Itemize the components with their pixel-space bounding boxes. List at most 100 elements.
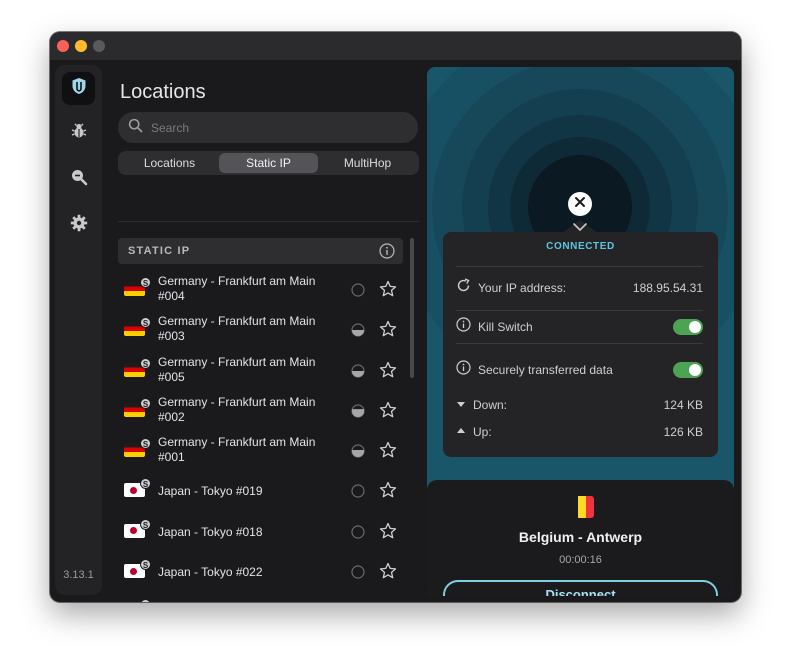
server-load-icon xyxy=(351,525,365,544)
location-label: Japan - Tokyo #019 xyxy=(158,484,263,499)
location-list: S Germany - Frankfurt am Main #004 S German… xyxy=(118,270,403,602)
sidebar-item-threat-protection[interactable] xyxy=(62,117,95,150)
window-zoom-button[interactable] xyxy=(93,40,105,52)
sidebar: 3.13.1 xyxy=(55,65,102,595)
disconnect-button[interactable]: Disconnect xyxy=(443,580,718,596)
shield-icon xyxy=(71,77,87,100)
search-icon xyxy=(128,118,143,138)
connection-pane: CONNECTED Your IP address: 188.95.54.31 xyxy=(427,67,734,596)
upload-value: 126 KB xyxy=(663,425,703,439)
kill-switch-toggle[interactable] xyxy=(673,319,703,335)
divider xyxy=(456,266,703,267)
location-row[interactable]: S Germany - Frankfurt am Main #002 xyxy=(118,391,403,431)
connection-details-card: CONNECTED Your IP address: 188.95.54.31 xyxy=(443,220,718,457)
location-type-tabs: Locations Static IP MultiHop xyxy=(118,151,419,175)
app-window: 3.13.1 Locations Locations Static IP Mul… xyxy=(50,32,741,602)
page-title: Locations xyxy=(120,81,206,103)
ip-address-row: Your IP address: 188.95.54.31 xyxy=(456,278,703,298)
search-minus-icon xyxy=(70,168,88,191)
divider xyxy=(456,343,703,344)
sidebar-item-ad-blocker[interactable] xyxy=(62,163,95,196)
divider xyxy=(118,221,419,222)
close-button[interactable] xyxy=(568,192,592,216)
location-row[interactable]: S Germany - Frankfurt am Main #003 xyxy=(118,310,403,350)
tab-multihop[interactable]: MultiHop xyxy=(318,153,417,173)
location-row[interactable]: S Japan - Tokyo #018 xyxy=(118,512,403,552)
static-ip-badge-icon: S xyxy=(140,397,151,409)
refresh-icon[interactable] xyxy=(456,278,471,298)
ip-address-value: 188.95.54.31 xyxy=(632,281,703,295)
window-minimize-button[interactable] xyxy=(75,40,87,52)
server-load-icon xyxy=(351,404,365,423)
star-icon[interactable] xyxy=(379,280,397,303)
gear-icon xyxy=(70,214,88,237)
star-icon[interactable] xyxy=(379,361,397,384)
static-ip-badge-icon: S xyxy=(140,438,151,450)
download-label: Down: xyxy=(473,398,508,412)
divider xyxy=(456,310,703,311)
static-ip-badge-icon: S xyxy=(140,518,151,530)
info-icon[interactable] xyxy=(379,243,395,264)
upload-label: Up: xyxy=(473,425,492,439)
info-icon[interactable] xyxy=(456,317,471,337)
search-bar[interactable] xyxy=(118,112,418,143)
connection-status: CONNECTED xyxy=(546,241,615,252)
static-ip-badge-icon: S xyxy=(140,559,151,571)
static-ip-badge-icon: S xyxy=(140,478,151,490)
server-load-icon xyxy=(351,444,365,463)
location-label: Germany - Frankfurt am Main #005 xyxy=(158,354,316,384)
section-title: STATIC IP xyxy=(128,245,191,257)
location-label: Germany - Frankfurt am Main #001 xyxy=(158,435,316,465)
star-icon[interactable] xyxy=(379,320,397,343)
arrow-up-icon xyxy=(456,423,466,441)
scrollbar[interactable] xyxy=(410,238,414,378)
location-label: Germany - Frankfurt am Main #003 xyxy=(158,314,316,344)
chevron-down-icon[interactable] xyxy=(571,220,589,238)
sidebar-item-settings[interactable] xyxy=(62,209,95,242)
tab-locations[interactable]: Locations xyxy=(120,153,219,173)
belgium-flag-icon xyxy=(570,496,594,518)
secure-data-label: Securely transferred data xyxy=(478,363,613,377)
server-load-icon xyxy=(351,363,365,383)
server-load-icon xyxy=(351,283,365,302)
star-icon[interactable] xyxy=(379,562,397,585)
connection-duration: 00:00:16 xyxy=(559,554,602,566)
location-row[interactable]: S Germany - Frankfurt am Main #001 xyxy=(118,431,403,471)
static-ip-badge-icon: S xyxy=(140,277,151,288)
static-ip-badge-icon: S xyxy=(140,317,151,329)
upload-row: Up: 126 KB xyxy=(456,422,703,442)
static-ip-badge-icon: S xyxy=(140,357,151,369)
search-input[interactable] xyxy=(151,120,391,135)
location-row[interactable]: S Germany - Frankfurt am Main #004 xyxy=(118,270,403,310)
star-icon[interactable] xyxy=(379,522,397,545)
location-row[interactable]: S Germany - Frankfurt am Main #005 xyxy=(118,351,403,391)
static-ip-badge-icon: S xyxy=(140,599,151,602)
download-row: Down: 124 KB xyxy=(456,395,703,415)
star-icon[interactable] xyxy=(379,401,397,424)
tab-static-ip[interactable]: Static IP xyxy=(219,153,318,173)
server-load-icon xyxy=(351,565,365,584)
ip-address-label: Your IP address: xyxy=(478,281,567,295)
server-load-icon xyxy=(351,323,365,342)
title-bar xyxy=(50,32,741,60)
locations-panel: Locations Locations Static IP MultiHop S… xyxy=(110,60,425,602)
secure-data-row: Securely transferred data xyxy=(456,360,703,380)
info-icon[interactable] xyxy=(456,360,471,380)
location-row[interactable]: S Japan - Tokyo #019 xyxy=(118,471,403,511)
download-value: 124 KB xyxy=(663,398,703,412)
location-label: Japan - Tokyo #022 xyxy=(158,565,263,580)
secure-data-toggle[interactable] xyxy=(673,362,703,378)
location-label: Germany - Frankfurt am Main #002 xyxy=(158,394,316,424)
location-row[interactable]: S Japan - Tokyo #022 xyxy=(118,552,403,592)
window-close-button[interactable] xyxy=(57,40,69,52)
star-icon[interactable] xyxy=(379,481,397,504)
sidebar-item-vpn[interactable] xyxy=(62,72,95,105)
server-load-icon xyxy=(351,484,365,503)
location-label: Germany - Frankfurt am Main #004 xyxy=(158,274,316,303)
app-version: 3.13.1 xyxy=(63,569,94,581)
location-row[interactable]: SJapan - Tokyo #025 xyxy=(118,592,403,602)
arrow-down-icon xyxy=(456,396,466,414)
connected-location-name: Belgium - Antwerp xyxy=(518,529,643,545)
section-header-static-ip: STATIC IP xyxy=(118,238,403,264)
star-icon[interactable] xyxy=(379,441,397,464)
